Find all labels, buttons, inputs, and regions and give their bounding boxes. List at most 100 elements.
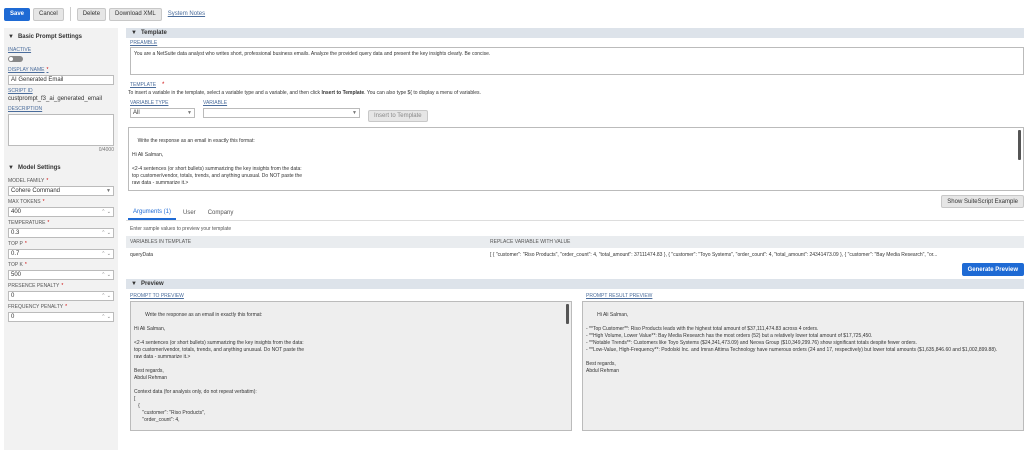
description-input[interactable] (8, 114, 114, 146)
argument-variable: queryData (130, 252, 154, 258)
script-id-value: custprompt_f3_ai_generated_email (8, 96, 103, 102)
model-family-label-text: MODEL FAMILY (8, 178, 45, 184)
temperature-label: TEMPERATURE * (8, 220, 50, 226)
presence-penalty-input[interactable]: 0 ⌃ ⌄ (8, 291, 114, 301)
prompt-preview-scrollbar[interactable] (566, 304, 569, 324)
system-notes-link[interactable]: System Notes (168, 11, 205, 17)
prompt-preview-text: Write the response as an email in exactl… (134, 312, 305, 423)
preview-section-title: Preview (140, 281, 164, 287)
stepper-icon[interactable]: ⌃ ⌄ (101, 230, 111, 236)
template-text: Write the response as an email in exactl… (132, 138, 303, 186)
top-p-label: TOP P * (8, 241, 27, 247)
chevron-down-icon: ▼ (8, 165, 14, 171)
tab-bar: Arguments (1) User Company (126, 209, 1024, 221)
model-family-select[interactable]: Cohere Command ▼ (8, 186, 114, 196)
generate-preview-button[interactable]: Generate Preview (961, 263, 1024, 276)
prompt-preview-box[interactable]: Write the response as an email in exactl… (130, 301, 572, 431)
chevron-down-icon: ▼ (187, 110, 192, 116)
frequency-penalty-label: FREQUENCY PENALTY * (8, 304, 68, 310)
model-settings-header[interactable]: ▼ Model Settings (4, 159, 118, 175)
variable-type-value: All (133, 110, 140, 116)
display-name-label-text: DISPLAY NAME (8, 67, 45, 73)
script-id-label: SCRIPT ID (8, 88, 33, 94)
template-scrollbar[interactable] (1018, 130, 1021, 160)
download-xml-button[interactable]: Download XML (109, 7, 162, 21)
basic-settings-header[interactable]: ▼ Basic Prompt Settings (4, 28, 118, 44)
preview-section-header[interactable]: ▼ Preview (126, 279, 1024, 289)
instructions-bold: Insert to Template (321, 90, 365, 96)
stepper-icon[interactable]: ⌃ ⌄ (101, 272, 111, 278)
toolbar-divider (69, 7, 71, 21)
stepper-icon[interactable]: ⌃ ⌄ (101, 251, 111, 257)
argument-value[interactable]: [ { "customer": "Riso Products", "order_… (486, 248, 1024, 262)
template-section-header[interactable]: ▼ Template (126, 28, 1024, 38)
presence-value: 0 (11, 293, 15, 299)
top-p-input[interactable]: 0.7 ⌃ ⌄ (8, 249, 114, 259)
chevron-down-icon: ▼ (131, 281, 137, 287)
settings-sidebar: ▼ Basic Prompt Settings INACTIVE DISPLAY… (4, 28, 118, 450)
chevron-down-icon: ▼ (352, 110, 357, 116)
result-preview-box[interactable]: Hi Ali Salman, - **Top Customer**: Riso … (582, 301, 1024, 431)
template-label: TEMPLATE (130, 82, 157, 88)
chevron-down-icon: ▼ (106, 188, 111, 194)
preview-panels: PROMPT TO PREVIEW Write the response as … (126, 291, 1024, 431)
template-label-row: TEMPLATE * (130, 82, 165, 88)
template-instructions: To insert a variable in the template, se… (126, 88, 1024, 96)
model-settings-title: Model Settings (17, 165, 61, 171)
basic-settings-title: Basic Prompt Settings (17, 34, 82, 40)
model-family-value: Cohere Command (11, 188, 61, 194)
save-button[interactable]: Save (4, 7, 31, 21)
arguments-hint: Enter sample values to preview your temp… (130, 226, 232, 232)
max-tokens-input[interactable]: 400 ⌃ ⌄ (8, 207, 114, 217)
description-label: DESCRIPTION (8, 106, 43, 112)
frequency-penalty-input[interactable]: 0 ⌃ ⌄ (8, 312, 114, 322)
top-k-input[interactable]: 500 ⌃ ⌄ (8, 270, 114, 280)
stepper-icon[interactable]: ⌃ ⌄ (101, 314, 111, 320)
template-input[interactable]: Write the response as an email in exactl… (128, 127, 1024, 191)
variable-group: VARIABLE ▼ (203, 100, 360, 122)
variable-select[interactable]: ▼ (203, 108, 360, 118)
prompt-preview-panel: PROMPT TO PREVIEW Write the response as … (126, 291, 572, 431)
template-section-title: Template (140, 30, 167, 36)
frequency-value: 0 (11, 314, 15, 320)
result-preview-label: PROMPT RESULT PREVIEW (586, 293, 653, 299)
preamble-input[interactable]: You are a NetSuite data analyst who writ… (130, 47, 1024, 75)
chevron-down-icon: ▼ (131, 30, 137, 36)
result-preview-text: Hi Ali Salman, - **Top Customer**: Riso … (586, 312, 998, 374)
variable-type-group: VARIABLE TYPE All ▼ (130, 100, 195, 122)
col-replace-header: REPLACE VARIABLE WITH VALUE (486, 236, 1024, 248)
instructions-pre: To insert a variable in the template, se… (128, 90, 322, 96)
insert-to-template-button[interactable]: Insert to Template (368, 110, 428, 122)
display-name-input[interactable]: AI Generated Email (8, 75, 114, 85)
cancel-button[interactable]: Cancel (33, 7, 64, 21)
tab-company[interactable]: Company (203, 210, 239, 220)
preamble-text: You are a NetSuite data analyst who writ… (134, 51, 491, 57)
top-k-label-text: TOP K (8, 262, 23, 268)
stepper-icon[interactable]: ⌃ ⌄ (101, 209, 111, 215)
top-p-value: 0.7 (11, 251, 20, 257)
temperature-label-text: TEMPERATURE (8, 220, 46, 226)
delete-button[interactable]: Delete (76, 7, 107, 21)
inactive-toggle[interactable] (8, 56, 23, 62)
presence-penalty-label: PRESENCE PENALTY * (8, 283, 64, 289)
variable-type-select[interactable]: All ▼ (130, 108, 195, 118)
toolbar: Save Cancel Delete Download XML System N… (0, 0, 1024, 28)
show-suitescript-button[interactable]: Show SuiteScript Example (941, 195, 1024, 208)
presence-label-text: PRESENCE PENALTY (8, 283, 60, 289)
stepper-icon[interactable]: ⌃ ⌄ (101, 293, 111, 299)
instructions-post: . You can also type ${ to display a menu… (364, 90, 481, 96)
generate-row: Generate Preview (126, 263, 1024, 276)
variable-type-label: VARIABLE TYPE (130, 100, 169, 106)
top-k-label: TOP K * (8, 262, 27, 268)
tab-arguments[interactable]: Arguments (1) (128, 209, 177, 220)
max-tokens-label: MAX TOKENS * (8, 199, 45, 205)
main-content: ▼ Template PREAMBLE You are a NetSuite d… (126, 28, 1024, 431)
temperature-input[interactable]: 0.3 ⌃ ⌄ (8, 228, 114, 238)
max-tokens-label-text: MAX TOKENS (8, 199, 41, 205)
tab-user[interactable]: User (178, 210, 201, 220)
variable-label: VARIABLE (203, 100, 228, 106)
display-name-label: DISPLAY NAME * (8, 67, 49, 73)
table-row: queryData [ { "customer": "Riso Products… (126, 248, 1024, 262)
chevron-down-icon: ▼ (8, 34, 14, 40)
description-counter: 0/4000 (98, 147, 114, 153)
